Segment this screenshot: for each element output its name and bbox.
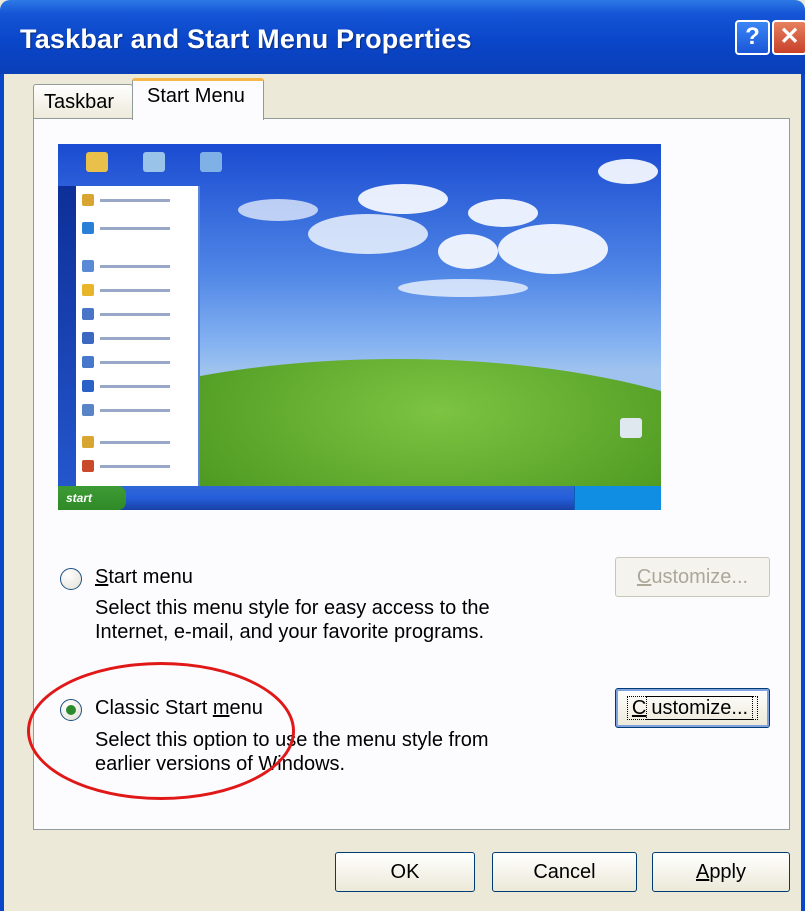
start-menu-preview: start — [58, 144, 661, 510]
preview-menu-text — [100, 361, 170, 364]
classic-start-menu-radio[interactable] — [60, 699, 82, 721]
help-button[interactable]: ? — [735, 20, 770, 55]
classic-label-accesskey: m — [212, 697, 230, 719]
preview-cloud — [308, 214, 428, 254]
classic-start-menu-label[interactable]: Classic Start menu — [95, 697, 263, 720]
radio-selected-dot — [66, 705, 76, 715]
window-left-border — [0, 74, 4, 911]
preview-start-menu — [58, 186, 200, 486]
preview-cloud — [498, 224, 608, 274]
recycle-bin-icon — [620, 418, 642, 438]
start-menu-label-accesskey: S — [95, 566, 109, 588]
start-menu-description-line2: Internet, e-mail, and your favorite prog… — [95, 621, 485, 643]
classic-customize-text: Customize... — [626, 696, 759, 720]
close-icon: ✕ — [779, 23, 800, 50]
preview-cloud — [358, 184, 448, 214]
search-icon — [82, 356, 94, 368]
activate-windows-icon — [82, 194, 94, 206]
log-off-icon — [82, 436, 94, 448]
preview-cloud — [468, 199, 538, 227]
documents-icon — [82, 308, 94, 320]
preview-menu-text — [100, 199, 170, 202]
run-icon — [82, 404, 94, 416]
start-menu-label-text: tart menu — [108, 566, 193, 588]
classic-start-menu-description: Select this option to use the menu style… — [95, 728, 489, 776]
title-bar: Taskbar and Start Menu Properties ? ✕ — [0, 0, 805, 74]
customize-accesskey: C — [636, 566, 652, 588]
preview-start-button: start — [58, 486, 126, 510]
start-menu-description-line1: Select this menu style for easy access t… — [95, 597, 490, 619]
classic-customize-button[interactable]: Customize... — [615, 688, 770, 728]
close-button[interactable]: ✕ — [772, 20, 805, 55]
preview-menu-text — [100, 289, 170, 292]
classic-customize-accesskey: C — [631, 697, 647, 719]
windows-update-icon — [82, 222, 94, 234]
tab-start-menu-label: Start Menu — [147, 85, 245, 107]
help-support-icon — [82, 380, 94, 392]
apply-label: pply — [709, 861, 747, 883]
preview-menu-text — [100, 337, 170, 340]
classic-label-before: Classic Start — [95, 697, 213, 719]
preview-start-menu-sidebar — [58, 186, 76, 486]
preview-system-tray — [574, 486, 661, 510]
tab-taskbar-label: Taskbar — [44, 91, 115, 113]
network-places-icon — [200, 152, 222, 172]
shut-down-icon — [82, 460, 94, 472]
preview-menu-text — [100, 227, 170, 230]
help-icon: ? — [745, 23, 760, 50]
tab-start-menu[interactable]: Start Menu — [132, 78, 264, 120]
customize-label: ustomize... — [651, 566, 749, 588]
window-right-border — [801, 74, 805, 911]
classic-description-line2: earlier versions of Windows. — [95, 753, 346, 775]
favorites-icon — [82, 284, 94, 296]
preview-menu-text — [100, 465, 170, 468]
preview-menu-text — [100, 385, 170, 388]
classic-label-after: enu — [229, 697, 263, 719]
start-menu-radio[interactable] — [60, 568, 82, 590]
window-title: Taskbar and Start Menu Properties — [20, 24, 472, 54]
apply-accesskey: A — [695, 861, 710, 883]
settings-icon — [82, 332, 94, 344]
classic-description-line1: Select this option to use the menu style… — [95, 729, 489, 751]
ok-button[interactable]: OK — [335, 852, 475, 892]
tab-taskbar[interactable]: Taskbar — [33, 84, 133, 120]
cancel-button[interactable]: Cancel — [492, 852, 637, 892]
my-computer-icon — [143, 152, 165, 172]
preview-cloud — [598, 159, 658, 184]
preview-cloud — [438, 234, 498, 269]
preview-menu-text — [100, 313, 170, 316]
start-menu-description: Select this menu style for easy access t… — [95, 596, 490, 644]
preview-cloud — [398, 279, 528, 297]
preview-taskbar: start — [58, 486, 661, 510]
my-documents-icon — [86, 152, 108, 172]
apply-button[interactable]: Apply — [652, 852, 790, 892]
start-menu-label[interactable]: Start menu — [95, 566, 193, 589]
preview-menu-text — [100, 409, 170, 412]
preview-cloud — [238, 199, 318, 221]
programs-icon — [82, 260, 94, 272]
start-menu-customize-button[interactable]: Customize... — [615, 557, 770, 597]
preview-menu-text — [100, 265, 170, 268]
preview-menu-text — [100, 441, 170, 444]
classic-customize-label: ustomize... — [646, 696, 754, 720]
